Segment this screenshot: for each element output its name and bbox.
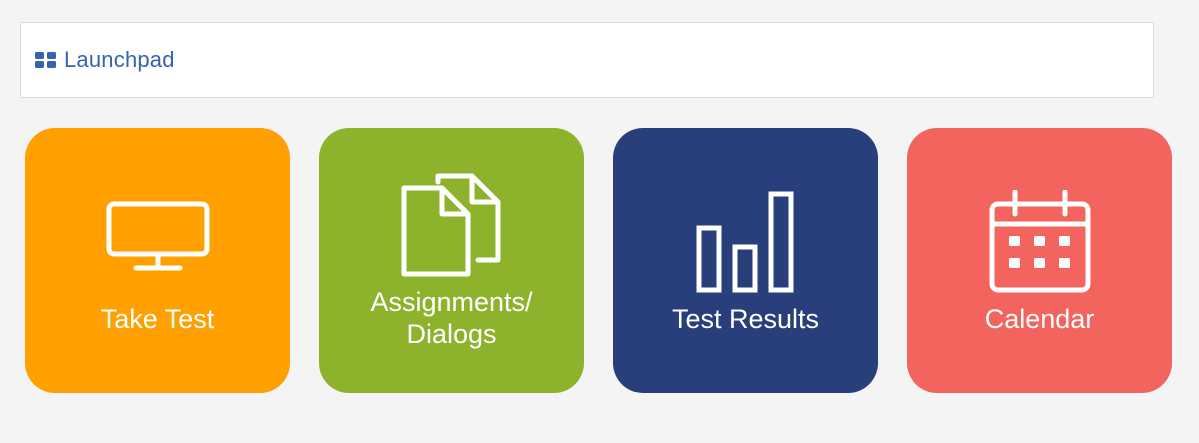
assignments-dialogs-tile[interactable]: Assignments/ Dialogs [319,128,584,393]
monitor-icon [25,201,290,273]
grid-icon [35,52,56,68]
assignments-label-line1: Assignments/ [370,287,533,317]
launchpad-page: Launchpad Take Test Assignments/ Dialogs… [0,0,1199,443]
launchpad-label: Launchpad [64,47,175,72]
test-results-label: Test Results [671,304,820,334]
documents-icon [319,172,584,278]
assignments-label-line2: Dialogs [406,319,497,349]
take-test-tile[interactable]: Take Test [25,128,290,393]
test-results-tile[interactable]: Test Results [613,128,878,393]
calendar-icon [907,190,1172,296]
bar-chart-icon [613,190,878,294]
calendar-label: Calendar [984,304,1095,334]
calendar-tile[interactable]: Calendar [907,128,1172,393]
launchpad-header: Launchpad [20,22,1154,98]
assignments-dialogs-label: Assignments/ Dialogs [319,286,584,350]
take-test-label: Take Test [100,304,215,334]
launchpad-tiles: Take Test Assignments/ Dialogs Test Resu… [25,128,1173,393]
launchpad-link[interactable]: Launchpad [35,47,175,73]
